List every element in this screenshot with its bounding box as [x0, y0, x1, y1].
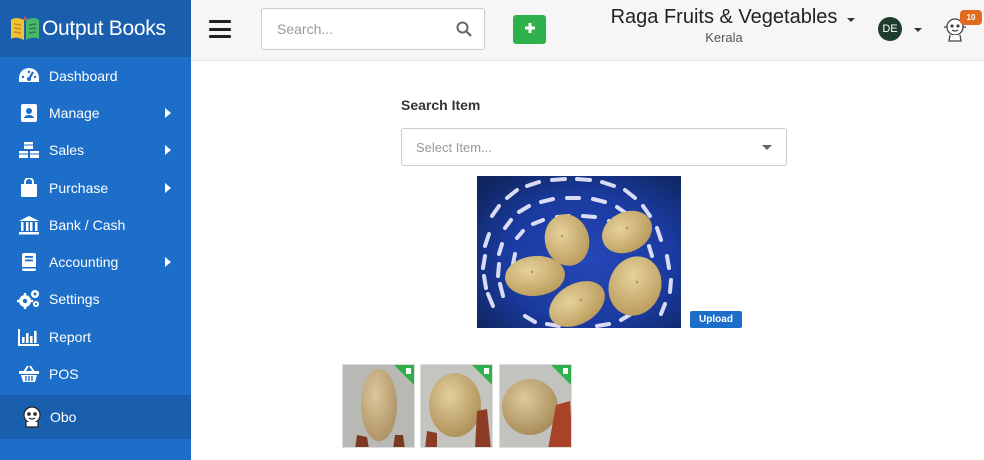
sidebar-item-label: POS [49, 366, 79, 383]
thumbnail-1[interactable] [342, 364, 415, 448]
search-item-label: Search Item [401, 97, 481, 113]
search-input[interactable] [262, 9, 442, 49]
sidebar-item-label: Settings [49, 291, 100, 308]
sidebar-item-label: Report [49, 328, 92, 345]
search-icon[interactable] [456, 21, 472, 42]
check-icon [484, 368, 489, 374]
bar-chart-icon [17, 326, 41, 348]
sidebar-item-report[interactable]: Report [0, 318, 191, 355]
thumbnail-3[interactable] [499, 364, 572, 448]
company-switcher[interactable]: Raga Fruits & Vegetables Kerala [609, 6, 839, 45]
plus-icon [524, 21, 536, 39]
avatar[interactable]: DE [878, 17, 902, 41]
sidebar-item-label: Manage [49, 104, 100, 121]
sidebar-nav: Dashboard Manage Sales Purchase Bank / C… [0, 57, 191, 439]
caret-down-icon[interactable] [914, 28, 922, 32]
basket-icon [17, 363, 41, 385]
sidebar: Output Books Dashboard Manage Sales Purc… [0, 0, 191, 460]
brand[interactable]: Output Books [0, 0, 191, 57]
sidebar-item-sales[interactable]: Sales [0, 132, 191, 169]
sidebar-item-label: Purchase [49, 179, 109, 196]
sidebar-item-bank-cash[interactable]: Bank / Cash [0, 206, 191, 243]
selected-ribbon-icon [472, 365, 492, 385]
shopping-bag-icon [17, 177, 41, 199]
caret-down-icon[interactable] [847, 18, 855, 22]
select-placeholder: Select Item... [416, 139, 492, 155]
sidebar-item-label: Obo [50, 408, 77, 425]
topbar: Raga Fruits & Vegetables Kerala DE 10 [191, 0, 984, 61]
check-icon [563, 368, 568, 374]
company-location: Kerala [705, 30, 743, 45]
hamburger-menu-icon[interactable] [209, 20, 231, 38]
chevron-right-icon [165, 257, 171, 268]
address-book-icon [17, 102, 41, 124]
item-image [477, 176, 681, 328]
cubes-icon [17, 139, 41, 161]
sidebar-item-obo[interactable]: Obo [0, 394, 191, 439]
sidebar-item-manage[interactable]: Manage [0, 94, 191, 131]
caret-down-icon [762, 145, 772, 150]
sidebar-item-pos[interactable]: POS [0, 355, 191, 392]
sidebar-item-dashboard[interactable]: Dashboard [0, 57, 191, 94]
cogs-icon [17, 288, 41, 310]
sidebar-item-label: Accounting [49, 254, 119, 271]
brand-name: Output Books [42, 16, 166, 40]
sidebar-item-accounting[interactable]: Accounting [0, 243, 191, 280]
sidebar-item-label: Sales [49, 142, 85, 159]
books-logo-icon [10, 15, 40, 42]
book-icon [17, 251, 41, 273]
company-name: Raga Fruits & Vegetables [610, 6, 838, 28]
notification-badge[interactable]: 10 [960, 10, 982, 25]
selected-ribbon-icon [551, 365, 571, 385]
chevron-right-icon [165, 107, 171, 118]
robot-icon [20, 406, 44, 428]
selected-ribbon-icon [394, 365, 414, 385]
bank-icon [17, 214, 41, 236]
chevron-right-icon [165, 182, 171, 193]
check-icon [406, 368, 411, 374]
sidebar-item-settings[interactable]: Settings [0, 281, 191, 318]
upload-button[interactable]: Upload [690, 311, 742, 328]
chevron-right-icon [165, 145, 171, 156]
search-box [261, 8, 485, 50]
select-item-dropdown[interactable]: Select Item... [401, 128, 787, 166]
dashboard-icon [17, 65, 41, 87]
thumbnail-2[interactable] [420, 364, 493, 448]
add-button[interactable] [513, 15, 546, 44]
sidebar-item-label: Dashboard [49, 67, 118, 84]
sidebar-item-purchase[interactable]: Purchase [0, 169, 191, 206]
sidebar-item-label: Bank / Cash [49, 216, 126, 233]
